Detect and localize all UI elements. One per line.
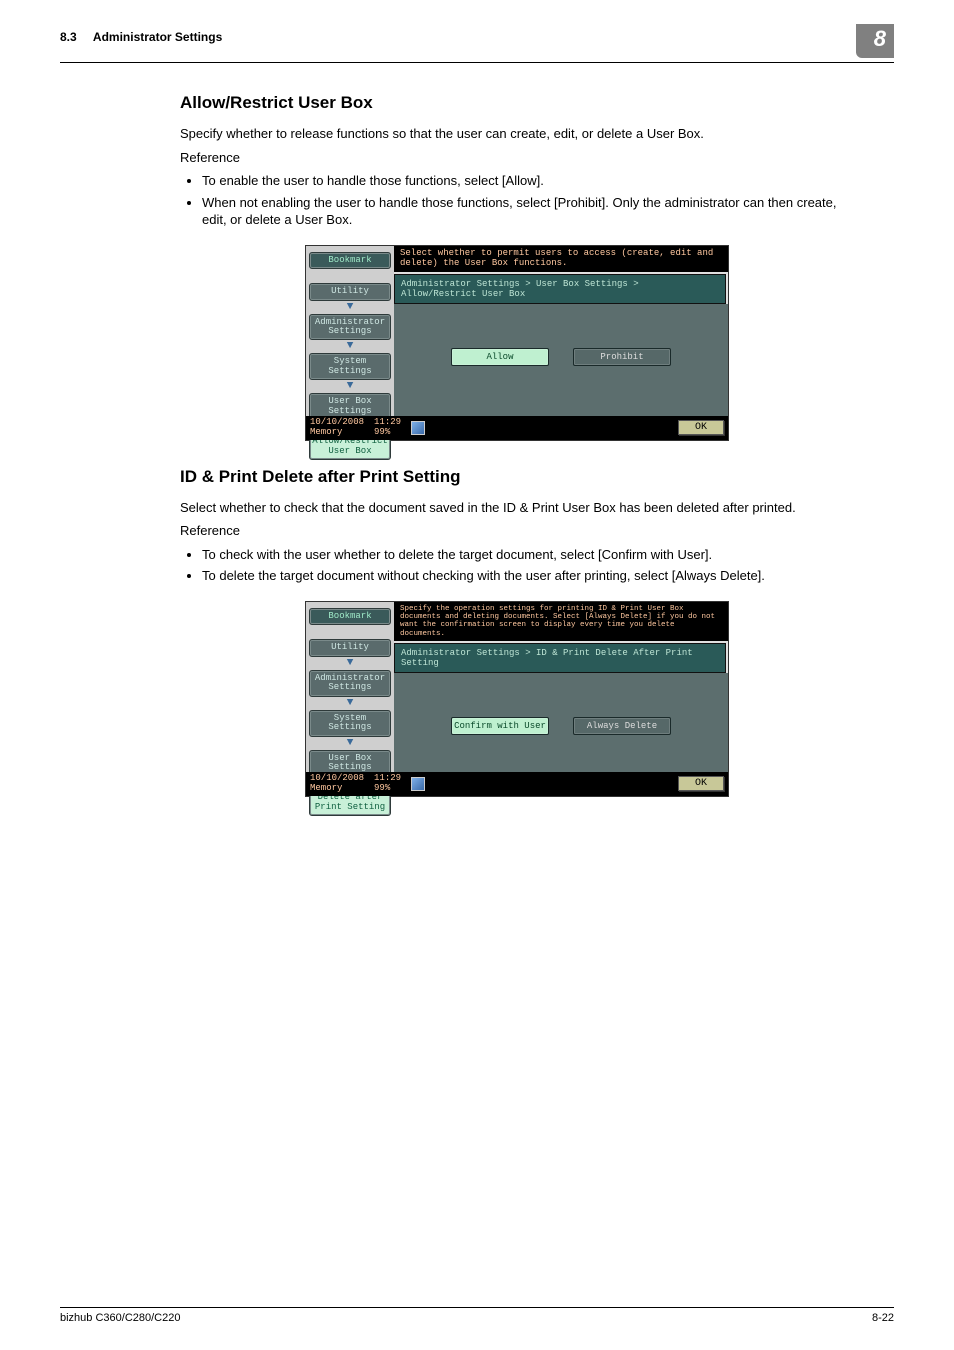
chapter-number-tab: 8 [856, 24, 894, 58]
chevron-down-icon: ▼ [347, 341, 354, 352]
footer-page: 8-22 [872, 1312, 894, 1324]
footer-model: bizhub C360/C280/C220 [60, 1312, 180, 1324]
breadcrumb: Administrator Settings > ID & Print Dele… [394, 643, 726, 673]
prohibit-button[interactable]: Prohibit [573, 348, 671, 366]
status-memory-label: Memory [310, 428, 364, 437]
intro-text: Specify whether to release functions so … [180, 125, 854, 143]
breadcrumb: Administrator Settings > User Box Settin… [394, 274, 726, 304]
sidebar-item-system[interactable]: System Settings [309, 710, 391, 737]
list-item: To delete the target document without ch… [202, 567, 854, 585]
section-title: Administrator Settings [93, 30, 222, 44]
sidebar-item-admin[interactable]: Administrator Settings [309, 670, 391, 697]
chevron-down-icon: ▼ [347, 302, 354, 313]
status-bar: 10/10/2008 Memory 11:29 99% OK [306, 416, 728, 440]
status-memory-value: 99% [374, 784, 401, 793]
sidebar-item-system[interactable]: System Settings [309, 353, 391, 380]
status-bar: 10/10/2008 Memory 11:29 99% OK [306, 772, 728, 796]
always-delete-button[interactable]: Always Delete [573, 717, 671, 735]
chevron-down-icon: ▼ [347, 381, 354, 392]
help-text: Specify the operation settings for print… [394, 602, 728, 641]
heading-id-print-delete: ID & Print Delete after Print Setting [180, 467, 854, 487]
ok-button[interactable]: OK [678, 776, 724, 791]
ok-button[interactable]: OK [678, 420, 724, 435]
bookmark-button[interactable]: Bookmark [309, 252, 391, 269]
heading-allow-restrict: Allow/Restrict User Box [180, 93, 854, 113]
help-text: Select whether to permit users to access… [394, 246, 728, 272]
mfp-screenshot-2: Bookmark Utility ▼ Administrator Setting… [305, 601, 729, 797]
chevron-down-icon: ▼ [347, 738, 354, 749]
bookmark-button[interactable]: Bookmark [309, 608, 391, 625]
status-icon [411, 421, 425, 435]
reference-label: Reference [180, 522, 854, 540]
sidebar-item-utility[interactable]: Utility [309, 639, 391, 656]
sidebar-item-admin[interactable]: Administrator Settings [309, 314, 391, 341]
allow-button[interactable]: Allow [451, 348, 549, 366]
chevron-down-icon: ▼ [347, 698, 354, 709]
sidebar-item-utility[interactable]: Utility [309, 283, 391, 300]
main-panel: Allow Prohibit [394, 304, 728, 416]
status-memory-label: Memory [310, 784, 364, 793]
mfp-screenshot-1: Bookmark Utility ▼ Administrator Setting… [305, 245, 729, 441]
main-panel: Confirm with User Always Delete [394, 673, 728, 772]
status-memory-value: 99% [374, 428, 401, 437]
list-item: To enable the user to handle those funct… [202, 172, 854, 190]
reference-list: To enable the user to handle those funct… [180, 172, 854, 229]
status-icon [411, 777, 425, 791]
page-footer: bizhub C360/C280/C220 8-22 [60, 1307, 894, 1324]
sidebar: Bookmark Utility ▼ Administrator Setting… [306, 602, 394, 772]
reference-list: To check with the user whether to delete… [180, 546, 854, 585]
section-number: 8.3 [60, 30, 77, 44]
chevron-down-icon: ▼ [347, 658, 354, 669]
page-header: 8.3 Administrator Settings 8 [60, 30, 894, 63]
list-item: When not enabling the user to handle tho… [202, 194, 854, 229]
confirm-with-user-button[interactable]: Confirm with User [451, 717, 549, 735]
reference-label: Reference [180, 149, 854, 167]
intro-text: Select whether to check that the documen… [180, 499, 854, 517]
list-item: To check with the user whether to delete… [202, 546, 854, 564]
sidebar: Bookmark Utility ▼ Administrator Setting… [306, 246, 394, 416]
